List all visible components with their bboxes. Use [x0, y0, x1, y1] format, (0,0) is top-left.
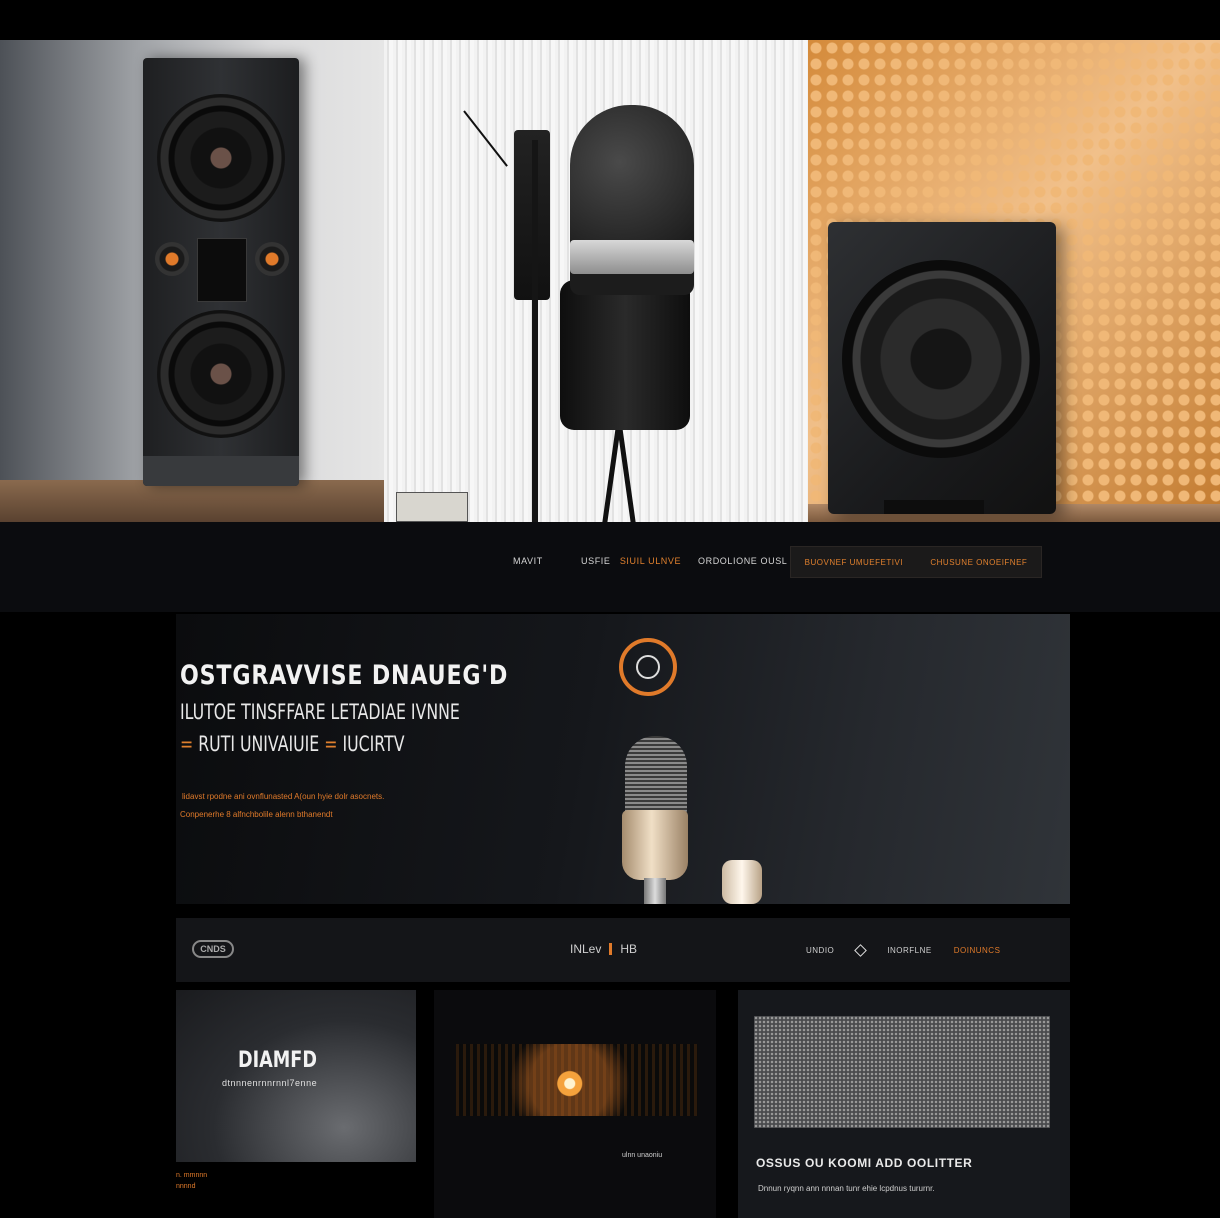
secondary-toolbar: CNDS INLev HB UNDIO INORFLNE DOINUNCS	[176, 918, 1070, 982]
hero-microphone-grill	[625, 736, 687, 816]
speaker-tweeter-right	[255, 242, 289, 276]
card-1-caption-1: n. mmnnn	[176, 1172, 208, 1179]
speaker-woofer-bottom	[157, 310, 285, 438]
speaker-control-panel	[197, 238, 247, 302]
card-2-caption: ulnn unaoniu	[622, 1152, 663, 1159]
hero-paragraph-2: Conpenerhe 8 alfnchbolile alenn bthanend…	[180, 810, 333, 819]
hero-subtitle-line-2: = RUTI UNIVAIUIE = IUCIRTV	[180, 732, 404, 756]
speaker-foot	[884, 500, 984, 514]
toolbar-center-group: INLev HB	[570, 942, 637, 956]
hero-microphone-body	[622, 810, 688, 880]
hero-subtitle-part-a: RUTI UNIVAIUIE	[198, 732, 320, 756]
speaker-base	[143, 456, 299, 486]
toolbar-link-1[interactable]: UNDIO	[806, 946, 834, 955]
photo-microphone	[384, 40, 808, 522]
play-icon	[636, 655, 660, 679]
nav-link-3[interactable]: ORDOLIONE OUSL	[698, 556, 787, 566]
photo-tower-speaker	[0, 40, 384, 522]
toolbar-accent-divider	[609, 943, 613, 955]
mic-stand-pole	[532, 140, 538, 522]
play-button[interactable]	[619, 638, 677, 696]
nav-cta-button-secondary[interactable]: CHUSUNE ONOEIFNEF	[930, 558, 1027, 567]
feature-card-1[interactable]: DIAMFD dtnnnenrnnrnnl7enne	[176, 990, 416, 1162]
nav-cta-button-primary[interactable]: BUOVNEF UMUEFETIVI	[805, 558, 903, 567]
card-1-title: DIAMFD	[238, 1048, 317, 1073]
hero-title: OSTGRAVVISE DNAUEG'D	[180, 660, 509, 691]
hero-dash-mid: =	[324, 732, 338, 756]
diamond-icon	[854, 944, 868, 957]
toolbar-link-2[interactable]: INORFLNE	[887, 946, 931, 955]
nav-cta-box: BUOVNEF UMUEFETIVI CHUSUNE ONOEIFNEF	[790, 546, 1042, 578]
label-block	[396, 492, 468, 522]
waveform-visual	[456, 1044, 698, 1116]
mic-shock-mount	[560, 280, 690, 430]
hero-dash-left: =	[180, 732, 194, 756]
nav-link-1[interactable]: MAVIT	[513, 556, 543, 566]
card-3-description: Dnnun ryqnn ann nnnan tunr ehie lcpdnus …	[758, 1184, 935, 1193]
toolbar-right-group: UNDIO INORFLNE DOINUNCS	[806, 944, 1001, 957]
hero-microphone-stem	[644, 878, 666, 904]
toolbar-level-label[interactable]: INLev	[570, 942, 601, 956]
tower-speaker	[143, 58, 299, 486]
toolbar-link-3[interactable]: DOINUNCS	[954, 946, 1001, 955]
feature-card-3[interactable]: OSSUS OU KOOMI ADD OOLITTER Dnnun ryqnn …	[738, 990, 1070, 1218]
top-navigation: MAVIT USFIE SIUIL ULNVE ORDOLIONE OUSL B…	[0, 522, 1220, 612]
card-3-title: OSSUS OU KOOMI ADD OOLITTER	[756, 1156, 973, 1170]
feature-card-2[interactable]: ulnn unaoniu	[434, 990, 716, 1218]
hero-small-capsule	[722, 860, 762, 904]
cube-speaker	[828, 222, 1056, 514]
hero-subtitle-line-1: ILUTOE TINSFFARE LETADIAE IVNNE	[180, 700, 460, 724]
hero-photo-strip	[0, 40, 1220, 522]
speaker-woofer-top	[157, 94, 285, 222]
mic-cable	[463, 110, 508, 167]
microphone-ring	[570, 240, 694, 274]
speaker-driver	[842, 260, 1040, 458]
photo-cube-speaker	[808, 40, 1220, 522]
nav-link-2[interactable]: USFIE SIUIL ULNVE	[581, 556, 681, 566]
nav-link-2-label: USFIE	[581, 556, 611, 566]
wooden-shelf	[0, 480, 384, 522]
acoustic-texture-image	[754, 1016, 1050, 1128]
hero-banner: OSTGRAVVISE DNAUEG'D ILUTOE TINSFFARE LE…	[176, 614, 1070, 904]
card-1-caption-2: nnnnd	[176, 1183, 196, 1190]
hero-paragraph-1: lidavst rpodne ani ovnflunasted A(oun hy…	[182, 792, 385, 801]
hero-subtitle-part-b: IUCIRTV	[342, 732, 405, 756]
card-1-subtitle: dtnnnenrnnrnnl7enne	[222, 1078, 318, 1088]
mic-stand-leg	[616, 420, 637, 522]
nav-link-2-accent: SIUIL ULNVE	[619, 556, 682, 566]
toolbar-hb-label[interactable]: HB	[620, 942, 637, 956]
brand-logo[interactable]: CNDS	[192, 940, 234, 958]
speaker-tweeter-left	[155, 242, 189, 276]
